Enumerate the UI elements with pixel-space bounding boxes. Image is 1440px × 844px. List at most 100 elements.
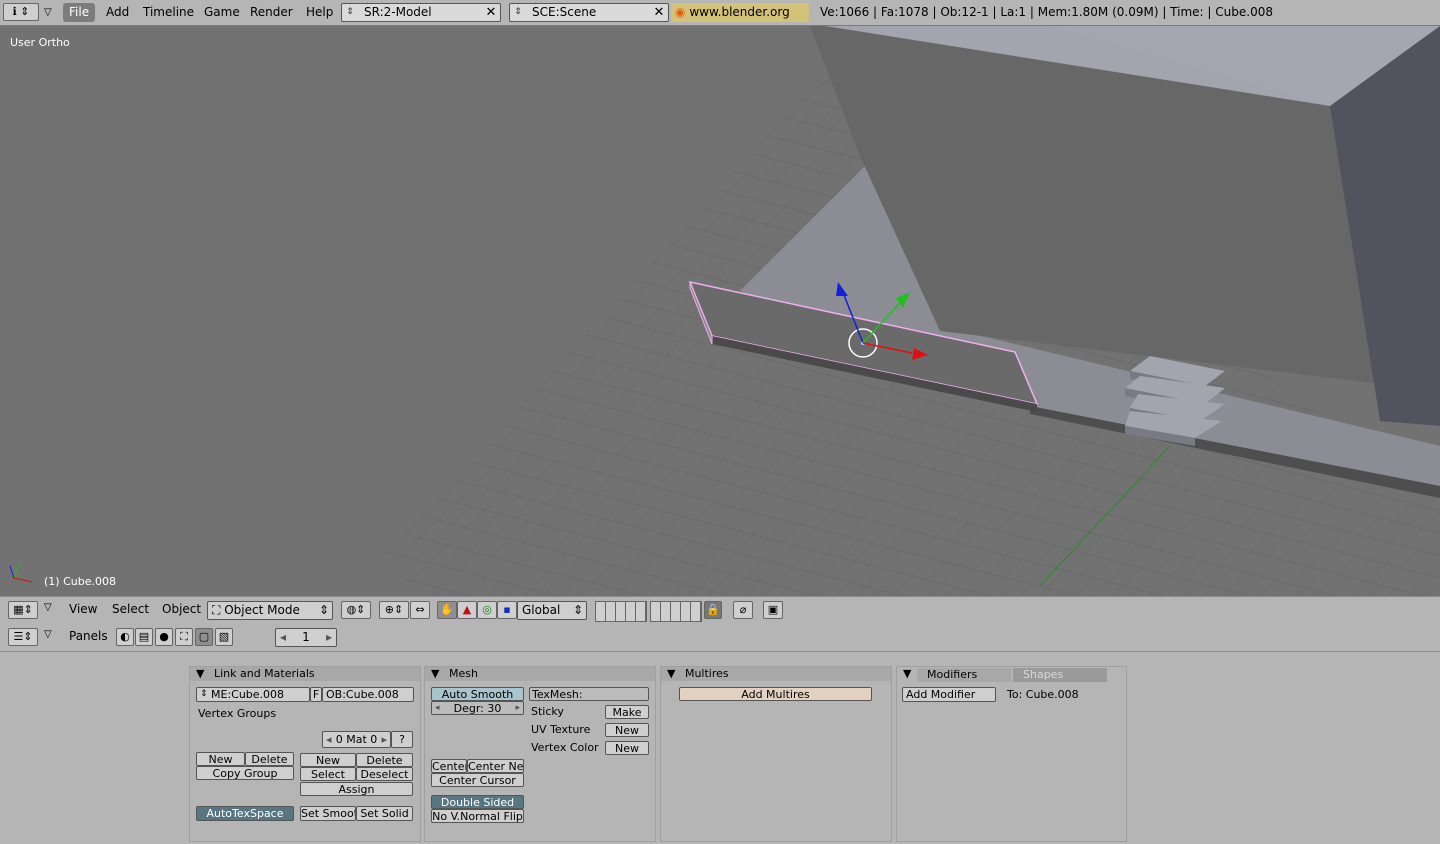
sticky-make-button[interactable]: Make [605, 705, 649, 719]
mat-increment-icon[interactable]: ▸ [381, 732, 387, 747]
snap-icon[interactable]: ⌀ [733, 601, 753, 619]
mode-selector[interactable]: ⛶ Object Mode ⇕ [207, 601, 333, 620]
tab-shapes[interactable]: Shapes [1013, 668, 1107, 682]
info-window-type-icon[interactable]: ℹ ⇕ [3, 3, 39, 21]
object-name-field[interactable]: OB:Cube.008 [322, 687, 414, 702]
delete-scene-icon[interactable]: ✕ [652, 4, 666, 21]
material-assign-button[interactable]: Assign [300, 782, 413, 796]
viewport-scene [9, 26, 1440, 596]
mesh-browse-icon[interactable]: ⇕ [200, 688, 208, 701]
rotate-manipulator-icon[interactable]: ◎ [477, 601, 497, 619]
delete-screen-icon[interactable]: ✕ [484, 4, 498, 21]
texmesh-field[interactable]: TexMesh: [529, 687, 649, 701]
menu-render[interactable]: Render [244, 3, 299, 22]
material-select-button[interactable]: Select [300, 767, 356, 781]
material-deselect-button[interactable]: Deselect [356, 767, 413, 781]
panel-title-bar[interactable]: ▼ Mesh [425, 667, 655, 681]
buttons-window-header: ☰⇕ ▽ Panels ◐ ▤ ● ⛶ ▢ ▧ ◂ 1 ▸ [0, 624, 1440, 652]
material-help-button[interactable]: ? [391, 731, 413, 748]
degr-decrement-icon[interactable]: ◂ [435, 702, 440, 714]
frame-number-field[interactable]: ◂ 1 ▸ [275, 628, 337, 647]
collapse-header-icon[interactable]: ▽ [44, 602, 52, 613]
orientation-dropdown-icon: ⇕ [572, 603, 583, 617]
layer-buttons-left[interactable] [595, 601, 647, 622]
scene-name[interactable]: SCE:Scene [532, 4, 596, 21]
mesh-datablock-field[interactable]: ⇕ ME:Cube.008 [196, 687, 310, 702]
translate-manipulator-icon[interactable]: ▲ [457, 601, 477, 619]
logic-context-icon[interactable]: ◐ [116, 628, 134, 646]
fake-user-button[interactable]: F [310, 687, 322, 702]
menu-object[interactable]: Object [162, 602, 201, 616]
blender-logo-icon: ◉ [675, 5, 686, 19]
menu-help[interactable]: Help [300, 3, 339, 22]
material-index-field[interactable]: ◂ 0 Mat 0 ▸ [322, 731, 391, 748]
3d-view-header: ▦⇕ ▽ View Select Object ⛶ Object Mode ⇕ … [0, 596, 1440, 625]
double-sided-toggle[interactable]: Double Sided [431, 795, 524, 809]
center-new-button[interactable]: Center Ne [467, 759, 524, 773]
panel-collapse-icon[interactable]: ▼ [903, 667, 911, 680]
collapse-menu-icon[interactable]: ▽ [44, 0, 52, 25]
center-cursor-button[interactable]: Center Cursor [431, 773, 524, 787]
vertex-color-new-button[interactable]: New [605, 741, 649, 755]
material-new-button[interactable]: New [300, 753, 356, 767]
blender-website-link[interactable]: ◉ www.blender.org 248 [671, 3, 809, 38]
smooth-degree-field[interactable]: ◂ Degr: 30 ▸ [431, 701, 524, 715]
layer-buttons-right[interactable] [650, 601, 702, 622]
menu-panels[interactable]: Panels [69, 629, 108, 643]
center-button[interactable]: Center [431, 759, 467, 773]
render-preview-icon[interactable]: ▣ [763, 601, 783, 619]
collapse-buttons-header-icon[interactable]: ▽ [44, 629, 52, 640]
scale-manipulator-icon[interactable]: ▪ [497, 601, 517, 619]
script-context-icon[interactable]: ▤ [135, 628, 153, 646]
screen-selector[interactable]: ⇕ SR:2-Model ✕ [341, 3, 501, 22]
pivot-point-icon[interactable]: ⊕⇕ [379, 601, 409, 619]
menu-add[interactable]: Add [100, 3, 135, 22]
no-vnormal-flip-toggle[interactable]: No V.Normal Flip [431, 809, 524, 823]
copy-group-button[interactable]: Copy Group [196, 766, 294, 780]
3d-viewport[interactable]: User Ortho (1) Cube.008 [0, 26, 1440, 596]
set-solid-button[interactable]: Set Solid [356, 806, 413, 821]
editor-type-3dview-icon[interactable]: ▦⇕ [8, 601, 38, 619]
editor-type-buttons-icon[interactable]: ☰⇕ [8, 628, 38, 646]
menu-game[interactable]: Game [198, 3, 246, 22]
object-context-icon[interactable]: ⛶ [175, 628, 193, 646]
editing-context-icon[interactable]: ▢ [195, 628, 213, 646]
auto-smooth-toggle[interactable]: Auto Smooth [431, 687, 524, 701]
shading-context-icon[interactable]: ● [155, 628, 173, 646]
sticky-label: Sticky [531, 705, 564, 718]
menu-file[interactable]: File [63, 3, 96, 22]
screen-browse-icon[interactable]: ⇕ [344, 4, 356, 21]
menu-select[interactable]: Select [112, 602, 149, 616]
lock-layers-icon[interactable]: 🔒 [704, 601, 722, 619]
menu-timeline[interactable]: Timeline [137, 3, 200, 22]
scene-browse-icon[interactable]: ⇕ [512, 4, 524, 21]
panel-collapse-icon[interactable]: ▼ [431, 667, 439, 680]
add-modifier-button[interactable]: Add Modifier [902, 687, 996, 702]
scene-selector[interactable]: ⇕ SCE:Scene ✕ [509, 3, 669, 22]
vgroup-new-button[interactable]: New [196, 752, 245, 766]
autotexspace-toggle[interactable]: AutoTexSpace [196, 806, 294, 821]
frame-decrement-icon[interactable]: ◂ [280, 629, 286, 646]
degr-increment-icon[interactable]: ▸ [515, 702, 520, 714]
manipulator-toggle-icon[interactable]: ⇔ [410, 601, 430, 619]
scene-context-icon[interactable]: ▧ [215, 628, 233, 646]
panel-multires: ▼ Multires Add Multires [660, 666, 892, 842]
menu-view[interactable]: View [69, 602, 97, 616]
panel-collapse-icon[interactable]: ▼ [667, 667, 675, 680]
uv-texture-new-button[interactable]: New [605, 723, 649, 737]
set-smooth-button[interactable]: Set Smoot [300, 806, 356, 821]
frame-increment-icon[interactable]: ▸ [326, 629, 332, 646]
hand-manipulator-icon[interactable]: ✋ [437, 601, 457, 619]
buttons-area: ▼ Link and Materials ⇕ ME:Cube.008 F OB:… [0, 652, 1440, 844]
tab-modifiers[interactable]: Modifiers [917, 668, 1011, 682]
mat-decrement-icon[interactable]: ◂ [326, 732, 332, 747]
orientation-selector[interactable]: Global ⇕ [517, 601, 587, 620]
vgroup-delete-button[interactable]: Delete [245, 752, 294, 766]
draw-type-icon[interactable]: ◍⇕ [341, 601, 371, 619]
add-multires-button[interactable]: Add Multires [679, 687, 872, 701]
screen-name[interactable]: SR:2-Model [364, 4, 432, 21]
panel-title-bar[interactable]: ▼ Multires [661, 667, 891, 681]
material-delete-button[interactable]: Delete [356, 753, 413, 767]
panel-collapse-icon[interactable]: ▼ [196, 667, 204, 680]
panel-title-bar[interactable]: ▼ Link and Materials [190, 667, 420, 681]
